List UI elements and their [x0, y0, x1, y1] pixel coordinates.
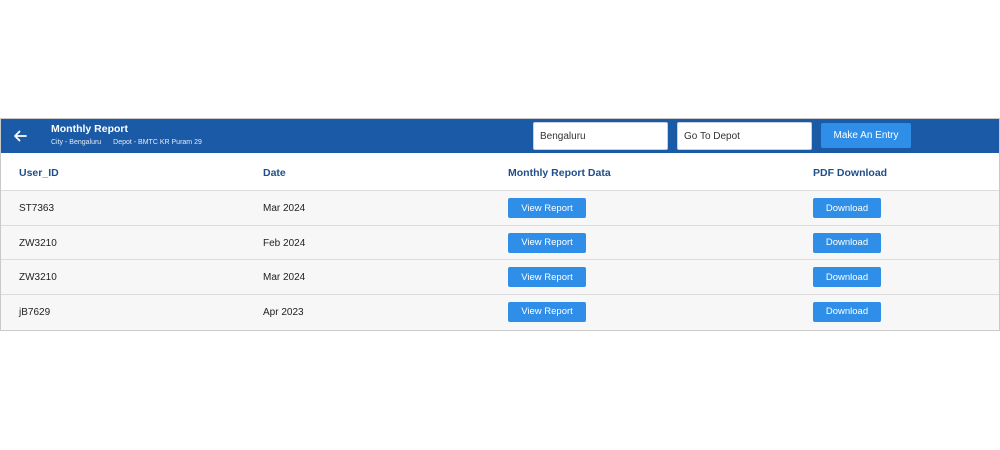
download-button[interactable]: Download: [813, 267, 881, 287]
arrow-left-icon: [14, 130, 27, 142]
report-table: User_ID Date Monthly Report Data PDF Dow…: [1, 153, 999, 329]
date-cell: Mar 2024: [263, 203, 306, 214]
city-info: City - Bengaluru: [51, 139, 102, 146]
view-report-button[interactable]: View Report: [508, 232, 586, 253]
column-header-user-id: User_ID: [19, 167, 59, 179]
app-header: Monthly Report City - Bengaluru Depot - …: [1, 119, 999, 153]
table-row: ZW3210 Mar 2024 View Report Download: [1, 260, 999, 295]
date-cell: Feb 2024: [263, 237, 306, 249]
depot-info: Depot - BMTC KR Puram 29: [113, 139, 202, 146]
city-input[interactable]: [533, 122, 668, 150]
download-button[interactable]: Download: [813, 198, 881, 218]
page-subtitle: City - Bengaluru Depot - BMTC KR Puram 2…: [51, 139, 202, 146]
column-header-date: Date: [263, 167, 286, 179]
date-cell: Apr 2023: [263, 306, 304, 318]
depot-input[interactable]: [677, 122, 812, 150]
date-cell: Mar 2024: [263, 272, 306, 283]
view-report-button[interactable]: View Report: [508, 267, 586, 287]
download-button[interactable]: Download: [813, 232, 881, 253]
view-report-button[interactable]: View Report: [508, 198, 586, 218]
view-report-button[interactable]: View Report: [508, 301, 586, 322]
user-id-cell: ZW3210: [19, 272, 57, 283]
user-id-cell: ST7363: [19, 203, 55, 214]
table-row: ST7363 Mar 2024 View Report Download: [1, 191, 999, 226]
page-title: Monthly Report: [51, 123, 128, 135]
back-button[interactable]: [9, 125, 31, 147]
table-row: jB7629 Apr 2023 View Report Download: [1, 294, 999, 329]
user-id-cell: ZW3210: [19, 237, 57, 249]
table-header: User_ID Date Monthly Report Data PDF Dow…: [1, 153, 999, 191]
column-header-pdf-download: PDF Download: [813, 167, 888, 179]
table-row: ZW3210 Feb 2024 View Report Download: [1, 225, 999, 260]
column-header-monthly-report: Monthly Report Data: [508, 167, 611, 179]
make-entry-button[interactable]: Make An Entry: [821, 123, 911, 148]
user-id-cell: jB7629: [19, 306, 51, 318]
report-panel: Monthly Report City - Bengaluru Depot - …: [0, 118, 1000, 331]
download-button[interactable]: Download: [813, 301, 881, 322]
